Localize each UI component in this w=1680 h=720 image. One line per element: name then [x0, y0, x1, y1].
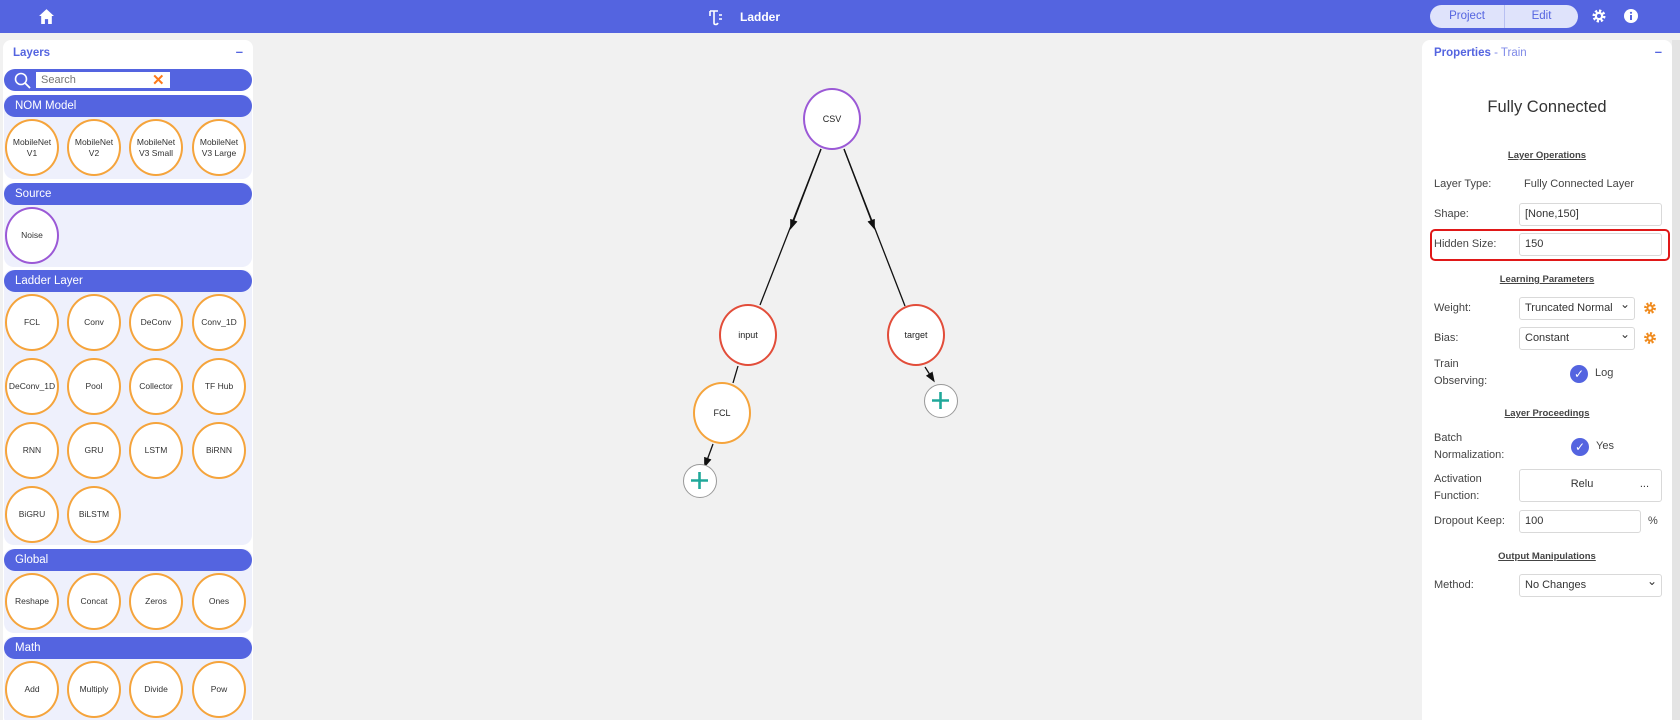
layer-type-value: Fully Connected Layer	[1524, 178, 1635, 190]
method-label: Method:	[1434, 579, 1474, 591]
section-learning-parameters: Learning Parameters	[1499, 274, 1595, 285]
properties-panel: Properties - Train – Fully Connected Lay…	[1422, 40, 1680, 720]
edge-fcl-add	[704, 443, 714, 468]
edge-arrow	[843, 148, 875, 230]
edge-arrow	[790, 148, 822, 230]
bias-select[interactable]: Constant	[1519, 324, 1635, 350]
hidden-size-highlight	[1430, 229, 1670, 261]
properties-panel-title: Properties - Train	[1434, 47, 1527, 59]
train-observing-checkbox[interactable]: ✓	[1570, 365, 1588, 383]
weight-select[interactable]: Truncated Normal	[1519, 294, 1635, 320]
dropout-keep-label: Dropout Keep:	[1434, 515, 1505, 527]
layer-type-label: Layer Type:	[1434, 178, 1492, 190]
edge-target-add	[924, 366, 935, 383]
activation-function-value: Relu	[1570, 478, 1594, 490]
graph-node-fcl[interactable]: FCL	[693, 382, 751, 444]
graph-node-csv[interactable]: CSV	[803, 88, 861, 150]
properties-minimize-button[interactable]: –	[1655, 44, 1662, 59]
add-node-button[interactable]	[924, 384, 958, 418]
plus-icon	[932, 392, 949, 409]
add-node-button[interactable]	[683, 464, 717, 498]
bias-settings-gear-icon[interactable]	[1643, 331, 1657, 345]
batch-normalization-label: Batch Normalization:	[1434, 432, 1505, 461]
properties-scrollbar[interactable]	[1672, 40, 1680, 720]
shape-field[interactable]: [None,150]	[1519, 203, 1662, 226]
batch-normalization-value: Yes	[1596, 440, 1614, 452]
dropout-keep-field[interactable]: 100	[1519, 510, 1641, 533]
graph-node-target[interactable]: target	[887, 304, 945, 366]
properties-title: Properties	[1434, 47, 1491, 59]
weight-label: Weight:	[1434, 302, 1472, 314]
graph-node-input[interactable]: input	[719, 304, 777, 366]
batch-normalization-checkbox[interactable]: ✓	[1571, 438, 1589, 456]
edge-input-fcl	[732, 365, 739, 384]
method-select[interactable]: No Changes	[1519, 571, 1662, 597]
section-output-manipulations: Output Manipulations	[1498, 551, 1596, 562]
train-observing-label: Train Observing:	[1434, 358, 1488, 387]
layer-title: Fully Connected	[1487, 98, 1607, 116]
weight-settings-gear-icon[interactable]	[1643, 301, 1657, 315]
train-observing-value: Log	[1595, 367, 1614, 379]
activation-more-button[interactable]: ...	[1640, 476, 1649, 493]
shape-label: Shape:	[1434, 208, 1469, 220]
plus-icon	[691, 472, 708, 489]
dropout-unit: %	[1648, 515, 1658, 527]
activation-function-button[interactable]: Relu ...	[1519, 469, 1662, 502]
activation-function-label: Activation Function:	[1434, 473, 1482, 502]
section-layer-proceedings: Layer Proceedings	[1504, 408, 1590, 419]
properties-mode: - Train	[1494, 47, 1527, 59]
bias-label: Bias:	[1434, 332, 1459, 344]
section-layer-operations: Layer Operations	[1507, 150, 1587, 161]
